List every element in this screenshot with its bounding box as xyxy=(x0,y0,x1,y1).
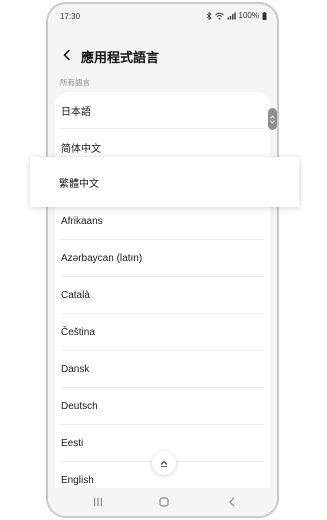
list-item[interactable]: Dansk xyxy=(55,351,270,388)
list-item[interactable]: 日本語 xyxy=(55,92,270,129)
back-icon xyxy=(229,497,235,507)
wifi-icon xyxy=(214,12,224,20)
battery-icon xyxy=(262,11,267,20)
back-arrow-icon xyxy=(63,49,71,61)
bluetooth-icon xyxy=(206,11,212,20)
status-time: 17:30 xyxy=(60,12,81,21)
language-label: Dansk xyxy=(61,364,90,375)
status-icons: 100% xyxy=(206,11,267,20)
list-item[interactable]: Català xyxy=(55,277,270,314)
signal-icon xyxy=(227,12,236,20)
language-label: Čeština xyxy=(61,327,95,338)
section-label: 所有語言 xyxy=(60,78,90,87)
list-item[interactable]: Čeština xyxy=(55,314,270,351)
list-item[interactable]: Afrikaans xyxy=(55,203,270,240)
status-bar: 17:30 100% xyxy=(48,4,277,30)
home-icon xyxy=(159,497,169,507)
language-label: 日本語 xyxy=(61,107,91,118)
list-item[interactable]: Azərbaycan (latın) xyxy=(55,240,270,277)
language-label: Azərbaycan (latın) xyxy=(61,253,143,264)
back-button[interactable] xyxy=(58,45,76,65)
nav-back-button[interactable] xyxy=(222,494,242,510)
language-label: Deutsch xyxy=(61,401,98,412)
page-title: 應用程式語言 xyxy=(81,50,160,65)
highlighted-list-item[interactable]: 繁體中文 xyxy=(30,157,299,207)
phone-frame: 17:30 100% 應用程式語言 所有語言 日本語 简体中文 Afrikaan… xyxy=(46,2,279,518)
language-label: Afrikaans xyxy=(61,216,103,227)
recents-button[interactable] xyxy=(88,494,108,510)
language-label: 繁體中文 xyxy=(59,178,99,190)
chevron-down-icon xyxy=(270,119,275,124)
title-bar: 應用程式語言 xyxy=(48,40,277,70)
recents-icon xyxy=(94,498,102,506)
language-label: Català xyxy=(61,290,90,301)
scroll-to-top-button[interactable] xyxy=(152,451,176,475)
language-label: Eesti xyxy=(61,438,84,449)
language-label: English xyxy=(61,475,94,486)
language-list: 日本語 简体中文 Afrikaans Azərbaycan (latın) Ca… xyxy=(55,92,270,512)
list-item[interactable]: Deutsch xyxy=(55,388,270,425)
home-button[interactable] xyxy=(154,494,174,510)
scrollbar-thumb[interactable] xyxy=(268,108,277,130)
battery-percent: 100% xyxy=(238,11,259,20)
language-label: 简体中文 xyxy=(61,144,101,155)
chevron-up-icon xyxy=(160,460,168,467)
chevron-up-icon xyxy=(270,114,275,119)
navigation-bar xyxy=(48,488,277,516)
